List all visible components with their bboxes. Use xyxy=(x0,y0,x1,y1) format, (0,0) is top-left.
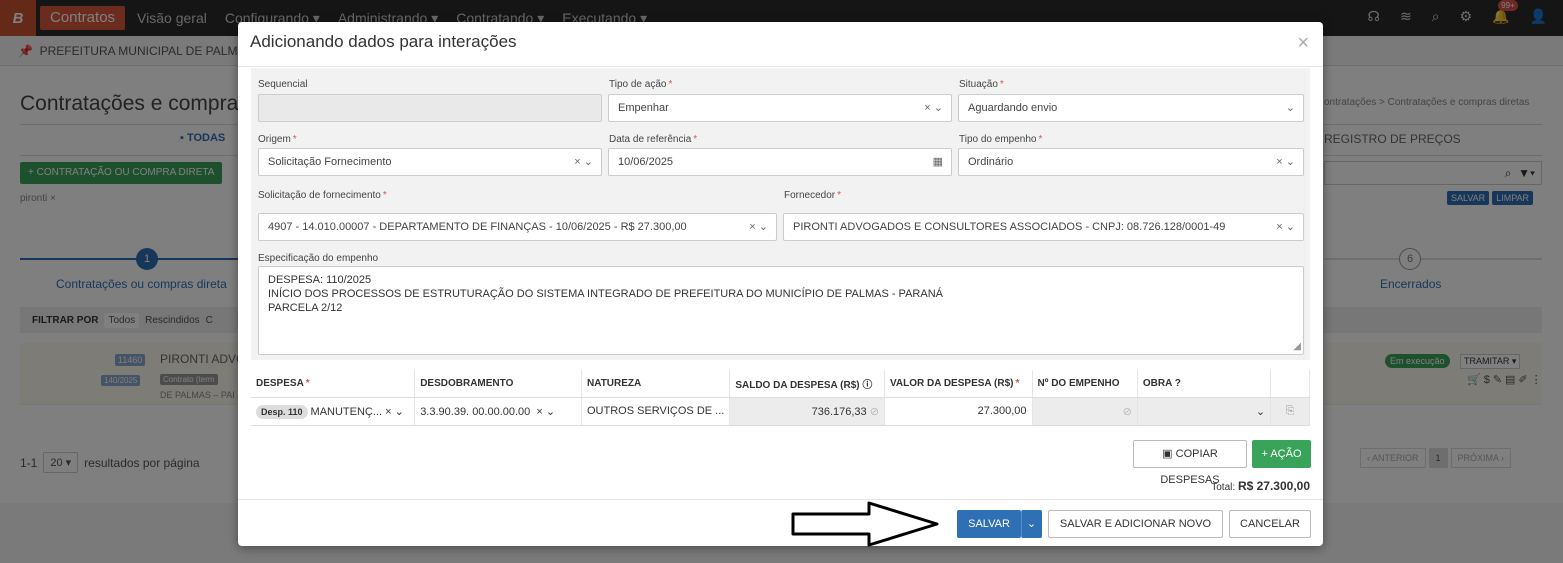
tipo-acao-select[interactable]: Empenhar × ⌄ xyxy=(608,94,952,122)
clear-chevron-icon[interactable]: × ⌄ xyxy=(749,214,768,240)
modal-title: Adicionando dados para interações xyxy=(250,32,517,51)
spec-line-2: INÍCIO DOS PROCESSOS DE ESTRUTURAÇÃO DO … xyxy=(268,288,943,300)
col-obra: OBRA ? xyxy=(1137,370,1272,398)
especificacao-label: Especificação do empenho xyxy=(258,253,379,264)
obra-select[interactable]: ⌄ xyxy=(1137,397,1272,426)
footer-divider xyxy=(238,499,1323,500)
col-natureza: NATUREZA xyxy=(581,370,731,398)
clear-chevron-icon[interactable]: × ⌄ xyxy=(1276,149,1295,175)
close-icon[interactable]: × xyxy=(1297,32,1309,55)
sequencial-label: Sequencial xyxy=(258,79,308,90)
calendar-icon[interactable]: ▦ xyxy=(933,149,943,175)
tipo-empenho-label: Tipo do empenho * xyxy=(959,134,1043,145)
clear-chevron-icon[interactable]: × ⌄ xyxy=(574,149,593,175)
saldo-cell: 736.176,33 ⊘ xyxy=(729,397,885,426)
add-action-button[interactable]: + AÇÃO xyxy=(1252,440,1311,468)
attach-icon[interactable]: ⎘ xyxy=(1270,397,1310,426)
data-referencia-label: Data de referência * xyxy=(609,134,698,145)
solicitacao-label: Solicitação de fornecimento * xyxy=(258,190,387,201)
info-icon[interactable]: ⓘ xyxy=(862,380,872,391)
disabled-icon: ⊘ xyxy=(1122,405,1132,418)
col-empenho: Nº DO EMPENHO xyxy=(1032,370,1138,398)
situacao-label: Situação * xyxy=(959,79,1004,90)
modal-dialog: Adicionando dados para interações × Sequ… xyxy=(238,22,1323,547)
despesas-table: DESPESA * DESDOBRAMENTO NATUREZA SALDO DA… xyxy=(251,370,1310,426)
help-icon[interactable]: ? xyxy=(1175,378,1181,389)
especificacao-textarea[interactable]: DESPESA: 110/2025 INÍCIO DOS PROCESSOS D… xyxy=(258,266,1304,355)
col-saldo: SALDO DA DESPESA (R$) ⓘ xyxy=(729,370,885,398)
spec-line-3: PARCELA 2/12 xyxy=(268,302,343,314)
chevron-down-icon[interactable]: ⌄ xyxy=(1286,95,1295,121)
sequencial-field xyxy=(258,94,602,122)
total-amount: Total: R$ 27.300,00 xyxy=(1211,479,1310,493)
clear-chevron-icon[interactable]: × ⌄ xyxy=(1276,214,1295,240)
tipo-empenho-select[interactable]: Ordinário × ⌄ xyxy=(958,148,1304,176)
clear-chevron-icon[interactable]: × ⌄ xyxy=(924,95,943,121)
origem-select[interactable]: Solicitação Fornecimento × ⌄ xyxy=(258,148,602,176)
save-dropdown-toggle[interactable]: ⌄ xyxy=(1021,510,1042,538)
save-button[interactable]: SALVAR xyxy=(957,510,1021,538)
table-row: Desp. 110 MANUTENÇ... × ⌄ 3.3.90.39. 00.0… xyxy=(251,397,1310,426)
data-referencia-input[interactable]: 10/06/2025 ▦ xyxy=(608,148,952,176)
chevron-down-icon: ⌄ xyxy=(1026,518,1037,530)
disabled-icon: ⊘ xyxy=(869,405,879,418)
tipo-acao-label: Tipo de ação * xyxy=(609,79,673,90)
copy-icon: ▣ xyxy=(1162,448,1173,460)
solicitacao-select[interactable]: 4907 - 14.010.00007 - DEPARTAMENTO DE FI… xyxy=(258,213,777,241)
col-actions xyxy=(1270,370,1310,398)
resize-handle-icon[interactable]: ◢ xyxy=(1293,340,1301,354)
fornecedor-select[interactable]: PIRONTI ADVOGADOS E CONSULTORES ASSOCIAD… xyxy=(783,213,1304,241)
col-desdobramento: DESDOBRAMENTO xyxy=(414,370,582,398)
save-and-new-button[interactable]: SALVAR E ADICIONAR NOVO xyxy=(1048,510,1223,538)
table-header-row: DESPESA * DESDOBRAMENTO NATUREZA SALDO DA… xyxy=(251,370,1310,398)
despesa-select[interactable]: Desp. 110 MANUTENÇ... × ⌄ xyxy=(251,397,416,426)
app-root: B Contratos Visão geral Configurando ▾ A… xyxy=(0,0,1563,563)
spec-line-1: DESPESA: 110/2025 xyxy=(268,274,372,286)
desdobramento-select[interactable]: 3.3.90.39. 00.00.00.00 × ⌄ xyxy=(414,397,582,426)
valor-input[interactable]: 27.300,00 xyxy=(884,397,1033,426)
natureza-cell: OUTROS SERVIÇOS DE ... xyxy=(581,397,731,426)
col-valor: VALOR DA DESPESA (R$) * xyxy=(884,370,1033,398)
situacao-select[interactable]: Aguardando envio ⌄ xyxy=(958,94,1304,122)
col-despesa: DESPESA * xyxy=(251,370,416,398)
divider xyxy=(238,66,1323,67)
fornecedor-label: Fornecedor * xyxy=(784,190,842,201)
origem-label: Origem * xyxy=(258,134,297,145)
copy-despesas-button[interactable]: ▣ COPIAR DESPESAS xyxy=(1133,440,1247,486)
arrow-icon xyxy=(791,501,939,547)
empenho-cell: ⊘ xyxy=(1032,397,1138,426)
despesa-chip: Desp. 110 xyxy=(256,404,308,419)
cancel-button[interactable]: CANCELAR xyxy=(1229,510,1311,538)
